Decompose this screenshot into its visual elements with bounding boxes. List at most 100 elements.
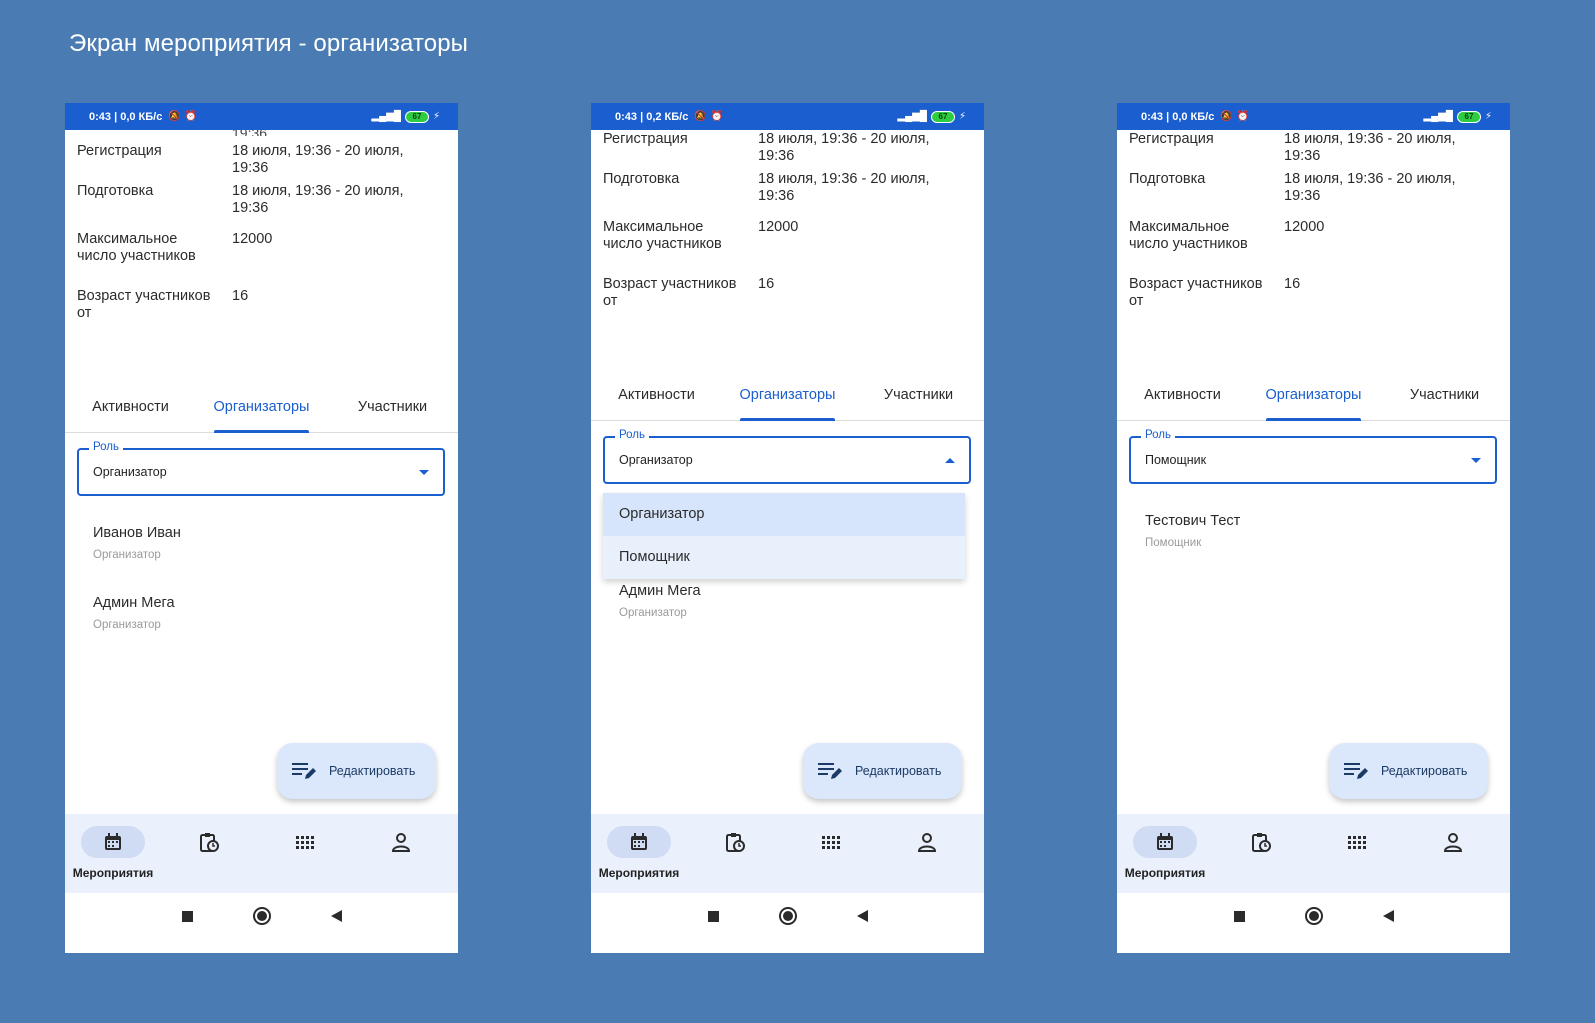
person-name: Тестович Тест	[1145, 513, 1241, 529]
info-value: 16	[758, 276, 775, 292]
tab-activities[interactable]: Активности	[591, 373, 722, 420]
edit-button[interactable]: Редактировать	[1329, 743, 1488, 799]
status-text: 0:43 | 0,0 КБ/с	[89, 110, 163, 123]
info-row-max-participants: Максимальное число участников 12000	[77, 231, 447, 265]
role-select[interactable]: Роль Организатор	[77, 441, 445, 496]
tab-bar: Активности Организаторы Участники	[1117, 373, 1510, 421]
clipboard-clock-icon	[726, 833, 745, 852]
info-value: 19:36	[758, 188, 795, 204]
nav-item-events[interactable]: Мероприятия	[591, 814, 687, 893]
chevron-up-icon	[945, 457, 955, 463]
nav-item-schedule[interactable]	[161, 814, 257, 893]
info-label: Возраст участников	[1129, 276, 1263, 292]
nav-item-profile[interactable]	[1405, 814, 1501, 893]
phone-screen-3: 0:43 | 0,0 КБ/с 🔕 ⏰ ▂▄▆█ 67 ⚡ Регистраци…	[1117, 103, 1510, 953]
list-item[interactable]: Админ Мега Организатор	[93, 595, 175, 631]
person-name: Админ Мега	[93, 595, 175, 611]
info-label: от	[1129, 293, 1144, 309]
tab-participants[interactable]: Участники	[327, 385, 458, 432]
bottom-nav: Мероприятия	[1117, 814, 1510, 893]
back-icon[interactable]	[330, 910, 342, 922]
person-role: Помощник	[1145, 537, 1202, 549]
apps-grid-icon	[1348, 836, 1366, 849]
list-item[interactable]: Иванов Иван Организатор	[93, 525, 181, 561]
home-icon[interactable]	[252, 907, 271, 925]
alarm-icon: ⏰	[710, 111, 724, 122]
info-value: 19:36	[1284, 188, 1321, 204]
info-label: Регистрация	[1129, 131, 1214, 147]
person-role: Организатор	[93, 549, 161, 561]
nav-item-apps[interactable]	[783, 814, 879, 893]
info-row-registration: Регистрация 18 июля, 19:36 - 20 июля, 19:…	[77, 143, 447, 177]
list-item[interactable]: Админ Мега Организатор	[619, 583, 701, 619]
info-row-preparation: Подготовка 18 июля, 19:36 - 20 июля, 19:3…	[77, 183, 447, 217]
tab-organizers[interactable]: Организаторы	[196, 385, 327, 433]
apps-grid-icon	[296, 836, 314, 849]
phone-screen-2: 0:43 | 0,2 КБ/с 🔕 ⏰ ▂▄▆█ 67 ⚡ Регистраци…	[591, 103, 984, 953]
tab-organizers[interactable]: Организаторы	[722, 373, 853, 421]
tab-organizers[interactable]: Организаторы	[1248, 373, 1379, 421]
nav-item-apps[interactable]	[257, 814, 353, 893]
nav-item-profile[interactable]	[353, 814, 449, 893]
chevron-down-icon	[1471, 457, 1481, 463]
nav-item-schedule[interactable]	[1213, 814, 1309, 893]
role-select[interactable]: Роль Организатор	[603, 429, 971, 484]
role-dropdown-menu: Организатор Помощник	[603, 493, 965, 579]
info-value: 18 июля, 19:36 - 20 июля,	[1284, 131, 1456, 147]
battery-icon: 67	[930, 110, 955, 123]
page-title: Экран мероприятия - организаторы	[69, 30, 469, 57]
edit-button-label: Редактировать	[1381, 764, 1468, 778]
info-value: 19:36	[232, 200, 269, 216]
signal-icon: ▂▄▆█	[371, 111, 401, 122]
recents-icon[interactable]	[181, 910, 193, 922]
nav-item-profile[interactable]	[879, 814, 975, 893]
role-select[interactable]: Роль Помощник	[1129, 429, 1497, 484]
info-label: Возраст участников	[77, 288, 211, 304]
tab-activities[interactable]: Активности	[65, 385, 196, 432]
nav-item-events[interactable]: Мероприятия	[65, 814, 161, 893]
bottom-nav: Мероприятия	[591, 814, 984, 893]
status-bar: 0:43 | 0,0 КБ/с 🔕 ⏰ ▂▄▆█ 67 ⚡	[1117, 103, 1510, 130]
dropdown-option-organizer[interactable]: Организатор	[603, 493, 965, 536]
signal-icon: ▂▄▆█	[897, 111, 927, 122]
tab-bar: Активности Организаторы Участники	[591, 373, 984, 421]
dropdown-option-helper[interactable]: Помощник	[603, 536, 965, 579]
alarm-icon: ⏰	[184, 111, 198, 122]
edit-button[interactable]: Редактировать	[803, 743, 962, 799]
nav-item-schedule[interactable]	[687, 814, 783, 893]
info-value: 18 июля, 19:36 - 20 июля,	[1284, 171, 1456, 187]
tab-activities[interactable]: Активности	[1117, 373, 1248, 420]
calendar-icon	[1157, 833, 1173, 850]
list-item[interactable]: Тестович Тест Помощник	[1145, 513, 1240, 549]
info-row-age: Возраст участников от 16	[1129, 276, 1499, 310]
info-label: Максимальное	[603, 219, 704, 235]
person-name: Иванов Иван	[93, 525, 181, 541]
back-icon[interactable]	[1382, 910, 1394, 922]
nav-item-apps[interactable]	[1309, 814, 1405, 893]
back-icon[interactable]	[856, 910, 868, 922]
system-nav-bar	[591, 893, 984, 939]
recents-icon[interactable]	[1233, 910, 1245, 922]
edit-button[interactable]: Редактировать	[277, 743, 436, 799]
info-value: 12000	[758, 219, 799, 235]
status-bar: 0:43 | 0,0 КБ/с 🔕 ⏰ ▂▄▆█ 67 ⚡	[65, 103, 458, 130]
info-label: число участников	[1129, 236, 1248, 252]
system-nav-bar	[65, 893, 458, 939]
home-icon[interactable]	[778, 907, 797, 925]
recents-icon[interactable]	[707, 910, 719, 922]
charging-icon: ⚡	[1484, 111, 1492, 122]
home-icon[interactable]	[1304, 907, 1323, 925]
info-row-max-participants: Максимальное число участников 12000	[603, 219, 973, 253]
role-select-label: Роль	[89, 441, 124, 453]
info-value: 16	[1284, 276, 1301, 292]
system-nav-bar	[1117, 893, 1510, 939]
nav-item-events[interactable]: Мероприятия	[1117, 814, 1213, 893]
bell-muted-icon: 🔕	[1220, 111, 1233, 122]
tab-bar: Активности Организаторы Участники	[65, 385, 458, 433]
tab-participants[interactable]: Участники	[853, 373, 984, 420]
person-name: Админ Мега	[619, 583, 701, 599]
info-label: Подготовка	[77, 183, 154, 199]
tab-participants[interactable]: Участники	[1379, 373, 1510, 420]
info-value: 18 июля, 19:36 - 20 июля,	[758, 171, 930, 187]
charging-icon: ⚡	[958, 111, 966, 122]
